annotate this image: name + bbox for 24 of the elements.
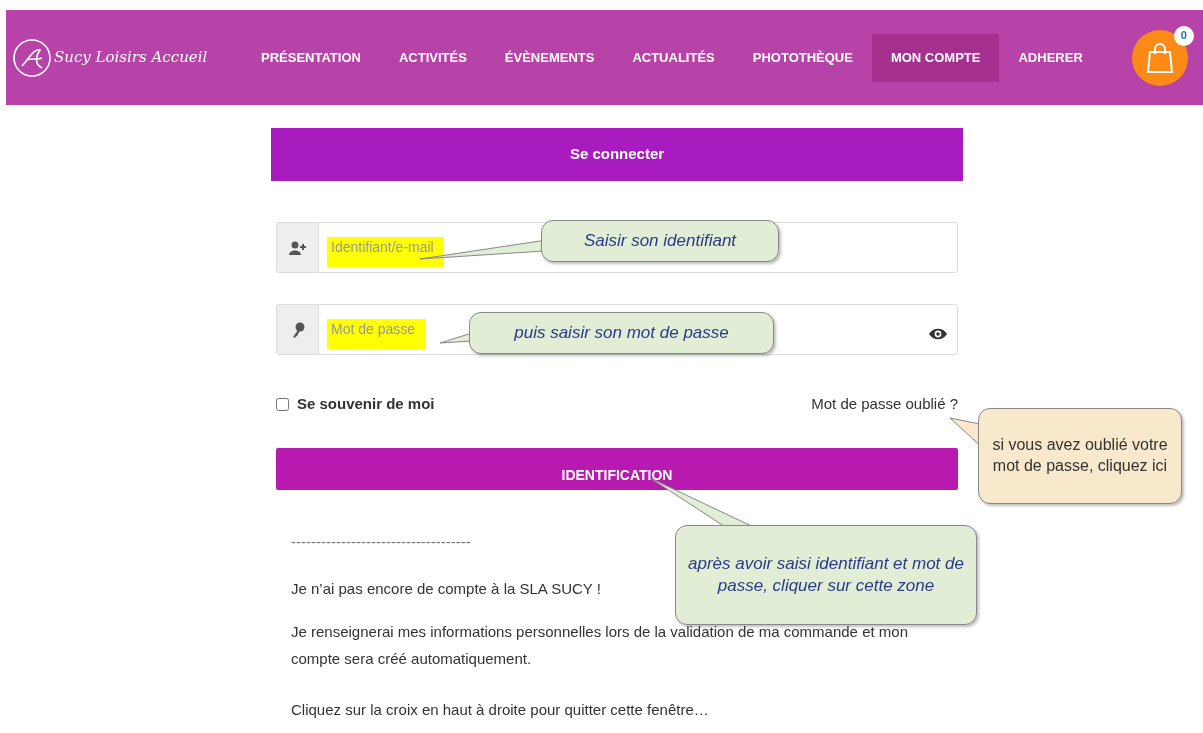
nav-link-item[interactable]: ADHERER — [999, 33, 1102, 82]
nav-link-item[interactable]: PRÉSENTATION — [242, 33, 380, 82]
user-add-icon — [288, 240, 307, 255]
key-icon — [290, 321, 305, 338]
remember-checkbox[interactable] — [276, 397, 289, 411]
separator-line: ------------------------------------ — [291, 531, 472, 552]
callout-note: si vous avez oublié votre mot de passe, cliquez ici — [978, 408, 1182, 504]
logo-icon — [12, 37, 52, 78]
nav-link-item[interactable]: ACTIVITÉS — [379, 33, 486, 82]
forgot-password-link[interactable]: Mot de passe oublié ? — [811, 393, 958, 416]
paragraph: Je n’ai pas encore de compte à la SLA SUCY ! — [291, 578, 601, 599]
brand-name[interactable]: Sucy Loisirs Accueil — [54, 46, 208, 69]
shopping-bag-icon — [1145, 41, 1174, 74]
identification-button[interactable]: IDENTIFICATION — [276, 447, 958, 490]
callout-note: puis saisir son mot de passe — [469, 312, 774, 354]
remember-label: Se souvenir de moi — [297, 394, 435, 414]
nav-link-item[interactable]: ACTUALITÉS — [613, 33, 734, 82]
login-header: Se connecter — [271, 128, 963, 181]
nav-link-item[interactable]: PHOTOTHÈQUE — [733, 33, 872, 82]
eye-icon[interactable] — [928, 326, 948, 341]
nav-link-item[interactable]: ÉVÈNEMENTS — [485, 33, 614, 82]
nav-link-item[interactable]: MON COMPTE — [871, 33, 1000, 82]
paragraph: Cliquez sur la croix en haut à droite pour quitter cette fenêtre… — [291, 699, 709, 720]
cart-count: 0 — [1173, 25, 1194, 46]
